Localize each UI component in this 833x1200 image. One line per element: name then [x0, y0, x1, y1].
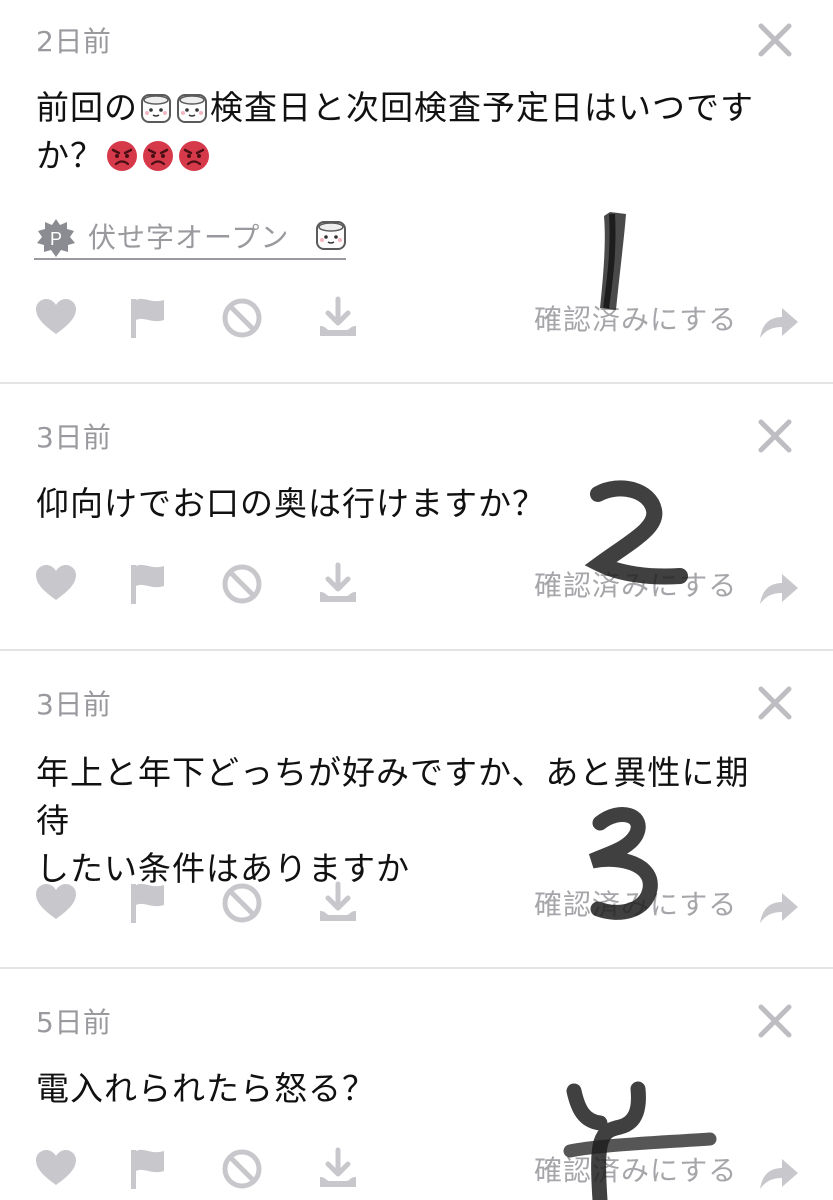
question-message: 前回の 検査日と次回検査予定日はいつです か？ [36, 84, 773, 180]
message-part: 前回の [36, 88, 138, 127]
question-message: 仰向けでお口の奥は行けますか？ [36, 484, 546, 523]
question-time: 5日前 [36, 1006, 112, 1039]
heart-icon[interactable] [34, 296, 78, 340]
download-icon[interactable] [316, 1147, 360, 1191]
marshmallow-icon [139, 91, 173, 125]
marshmallow-icon [175, 91, 209, 125]
mark-confirmed-button[interactable]: 確認済みにする [534, 883, 737, 923]
question-message: 年上と年下どっちが好みですか、あと異性に期待 したい条件はありますか [36, 749, 773, 893]
badge-letter: P [50, 229, 62, 249]
angry-face-icon [177, 139, 211, 173]
close-icon[interactable] [757, 685, 793, 721]
share-arrow-icon[interactable] [756, 885, 800, 929]
block-icon[interactable] [220, 562, 264, 606]
question-card-1: 2日前 前回の 検査日と次回検査予定日はいつです か？ P 伏せ字オープン 確認済… [0, 0, 833, 382]
message-part: 検査日と次回検査予定日はいつです [210, 88, 754, 127]
action-bar: 確認済みにする [0, 296, 833, 346]
action-bar: 確認済みにする [0, 562, 833, 612]
question-card-3: 3日前 年上と年下どっちが好みですか、あと異性に期待 したい条件はありますか 確… [0, 651, 833, 967]
flag-icon[interactable] [128, 562, 172, 606]
download-icon[interactable] [316, 562, 360, 606]
flag-icon[interactable] [128, 1147, 172, 1191]
heart-icon[interactable] [34, 1147, 78, 1191]
share-arrow-icon[interactable] [756, 566, 800, 610]
action-bar: 確認済みにする [0, 881, 833, 931]
mark-confirmed-button[interactable]: 確認済みにする [534, 1149, 737, 1189]
share-arrow-icon[interactable] [756, 300, 800, 344]
angry-face-icon [141, 139, 175, 173]
badge-icon: P [36, 218, 76, 258]
marshmallow-icon [314, 218, 348, 252]
mark-confirmed-button[interactable]: 確認済みにする [534, 564, 737, 604]
message-line: 年上と年下どっちが好みですか、あと異性に期待 [36, 753, 750, 840]
download-icon[interactable] [316, 296, 360, 340]
question-message: 電入れられたら怒る？ [36, 1069, 376, 1108]
heart-icon[interactable] [34, 881, 78, 925]
close-icon[interactable] [757, 1003, 793, 1039]
share-arrow-icon[interactable] [756, 1151, 800, 1195]
question-time: 2日前 [36, 25, 112, 58]
question-card-2: 3日前 仰向けでお口の奥は行けますか？ 確認済みにする [0, 384, 833, 649]
flag-icon[interactable] [128, 881, 172, 925]
close-icon[interactable] [757, 418, 793, 454]
reveal-label: 伏せ字オープン [88, 221, 290, 254]
block-icon[interactable] [220, 881, 264, 925]
block-icon[interactable] [220, 1147, 264, 1191]
question-time: 3日前 [36, 688, 112, 721]
heart-icon[interactable] [34, 562, 78, 606]
flag-icon[interactable] [128, 296, 172, 340]
close-icon[interactable] [757, 22, 793, 58]
question-card-4: 5日前 電入れられたら怒る？ 確認済みにする [0, 969, 833, 1200]
block-icon[interactable] [220, 296, 264, 340]
question-time: 3日前 [36, 421, 112, 454]
download-icon[interactable] [316, 881, 360, 925]
reveal-hidden-text-button[interactable]: P 伏せ字オープン [34, 214, 346, 260]
action-bar: 確認済みにする [0, 1147, 833, 1197]
mark-confirmed-button[interactable]: 確認済みにする [534, 298, 737, 338]
message-part: か？ [36, 136, 104, 175]
angry-face-icon [105, 139, 139, 173]
